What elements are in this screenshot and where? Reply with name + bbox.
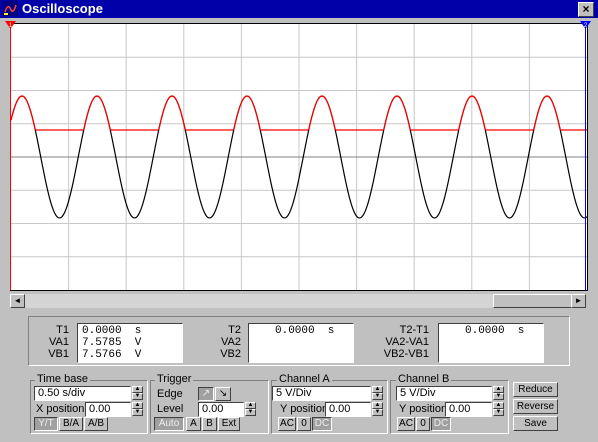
trigger-title: Trigger <box>155 373 194 385</box>
readout-col1-box: 0.0000 s 7.5785 V 7.5766 V <box>77 323 183 363</box>
trigger-b-button[interactable]: B <box>202 417 217 431</box>
channel-b-ypos-field[interactable]: 0.00 <box>445 402 492 417</box>
vb1-label: VB1 <box>48 348 69 360</box>
spin-up-icon[interactable]: ▲ <box>132 402 143 409</box>
channel-b-ypos-spinner[interactable]: ▲ ▼ <box>493 402 504 417</box>
vb2-label: VB2 <box>220 348 241 360</box>
va1-value: 7.5785 V <box>82 337 142 349</box>
x-position-field[interactable]: 0.00 <box>85 402 131 417</box>
title-bar[interactable]: Oscilloscope × <box>0 0 598 18</box>
save-button[interactable]: Save <box>513 416 558 431</box>
timebase-title: Time base <box>35 373 90 385</box>
x-position-label: X position <box>36 403 85 415</box>
level-label: Level <box>157 403 184 415</box>
level-field[interactable]: 0.00 <box>198 402 244 417</box>
channel-b-dc-button[interactable]: DC <box>431 417 451 431</box>
scroll-right-button[interactable]: ► <box>571 294 586 308</box>
channel-a-ac-button[interactable]: AC <box>278 417 296 431</box>
spin-down-icon[interactable]: ▼ <box>245 409 256 416</box>
oscilloscope-app-icon <box>3 1 18 16</box>
timebase-spinner[interactable]: ▲ ▼ <box>132 386 143 401</box>
readout-panel: T1 VA1 VB1 0.0000 s 7.5785 V 7.5766 V T2… <box>28 316 570 366</box>
scroll-thumb[interactable] <box>493 294 573 308</box>
trigger-a-button[interactable]: A <box>186 417 201 431</box>
edge-label: Edge <box>157 388 183 400</box>
readout-col3-box: 0.0000 s <box>438 323 544 363</box>
reverse-button[interactable]: Reverse <box>513 399 558 414</box>
channel-a-scale-field[interactable]: 5 V/Div <box>272 386 371 401</box>
channel-b-zero-button[interactable]: 0 <box>416 417 430 431</box>
ab-mode-button[interactable]: A/B <box>84 417 108 431</box>
reduce-button[interactable]: Reduce <box>513 382 558 397</box>
spin-up-icon[interactable]: ▲ <box>372 386 383 393</box>
t2-t1-value: 0.0000 s <box>465 325 525 337</box>
edge-rising-icon[interactable]: ↗ <box>198 387 214 401</box>
t1-value: 0.0000 s <box>82 325 142 337</box>
spin-up-icon[interactable]: ▲ <box>372 402 383 409</box>
channel-a-scale-spinner[interactable]: ▲ ▼ <box>372 386 383 401</box>
cursor-2-handle[interactable]: 2 <box>580 21 592 30</box>
waveform-display <box>10 24 588 290</box>
t2-t1-label: T2-T1 <box>399 324 429 336</box>
spin-down-icon[interactable]: ▼ <box>372 409 383 416</box>
spin-down-icon[interactable]: ▼ <box>132 409 143 416</box>
vb2-vb1-label: VB2-VB1 <box>383 348 429 360</box>
x-position-spinner[interactable]: ▲ ▼ <box>132 402 143 417</box>
edge-falling-icon[interactable]: ↘ <box>215 387 231 401</box>
channel-a-ypos-label: Y position <box>280 403 329 415</box>
spin-down-icon[interactable]: ▼ <box>132 393 143 400</box>
spin-down-icon[interactable]: ▼ <box>372 393 383 400</box>
close-button[interactable]: × <box>578 2 594 17</box>
t2-label: T2 <box>228 324 241 336</box>
yt-mode-button[interactable]: Y/T <box>34 417 58 431</box>
vb1-value: 7.5766 V <box>82 349 142 361</box>
va2-va1-label: VA2-VA1 <box>385 336 429 348</box>
channel-a-dc-button[interactable]: DC <box>312 417 332 431</box>
channel-a-title: Channel A <box>277 373 332 385</box>
cursor-1[interactable] <box>10 23 11 290</box>
spin-up-icon[interactable]: ▲ <box>245 402 256 409</box>
channel-b-ypos-label: Y position <box>399 403 448 415</box>
horizontal-scrollbar[interactable]: ◄ ► <box>10 294 586 308</box>
t2-value: 0.0000 s <box>275 325 335 337</box>
spin-down-icon[interactable]: ▼ <box>493 409 504 416</box>
readout-col2-box: 0.0000 s <box>248 323 354 363</box>
spin-up-icon[interactable]: ▲ <box>493 386 504 393</box>
trigger-auto-button[interactable]: Auto <box>154 417 184 431</box>
spin-down-icon[interactable]: ▼ <box>493 393 504 400</box>
cursor-2[interactable] <box>585 23 586 290</box>
trigger-ext-button[interactable]: Ext <box>218 417 240 431</box>
t1-label: T1 <box>56 324 69 336</box>
cursor-1-handle[interactable]: 1 <box>5 21 17 30</box>
spin-up-icon[interactable]: ▲ <box>493 402 504 409</box>
channel-a-ypos-spinner[interactable]: ▲ ▼ <box>372 402 383 417</box>
va1-label: VA1 <box>49 336 69 348</box>
va2-label: VA2 <box>221 336 241 348</box>
scroll-left-button[interactable]: ◄ <box>10 294 25 308</box>
level-spinner[interactable]: ▲ ▼ <box>245 402 256 417</box>
channel-b-scale-spinner[interactable]: ▲ ▼ <box>493 386 504 401</box>
ba-mode-button[interactable]: B/A <box>59 417 83 431</box>
channel-a-ypos-field[interactable]: 0.00 <box>325 402 371 417</box>
spin-up-icon[interactable]: ▲ <box>132 386 143 393</box>
timebase-scale-field[interactable]: 0.50 s/div <box>34 386 131 401</box>
channel-b-title: Channel B <box>396 373 452 385</box>
scope-screen <box>10 23 588 291</box>
channel-b-ac-button[interactable]: AC <box>397 417 415 431</box>
channel-a-zero-button[interactable]: 0 <box>297 417 311 431</box>
channel-b-scale-field[interactable]: 5 V/Div <box>396 386 492 401</box>
window-title: Oscilloscope <box>22 1 103 16</box>
